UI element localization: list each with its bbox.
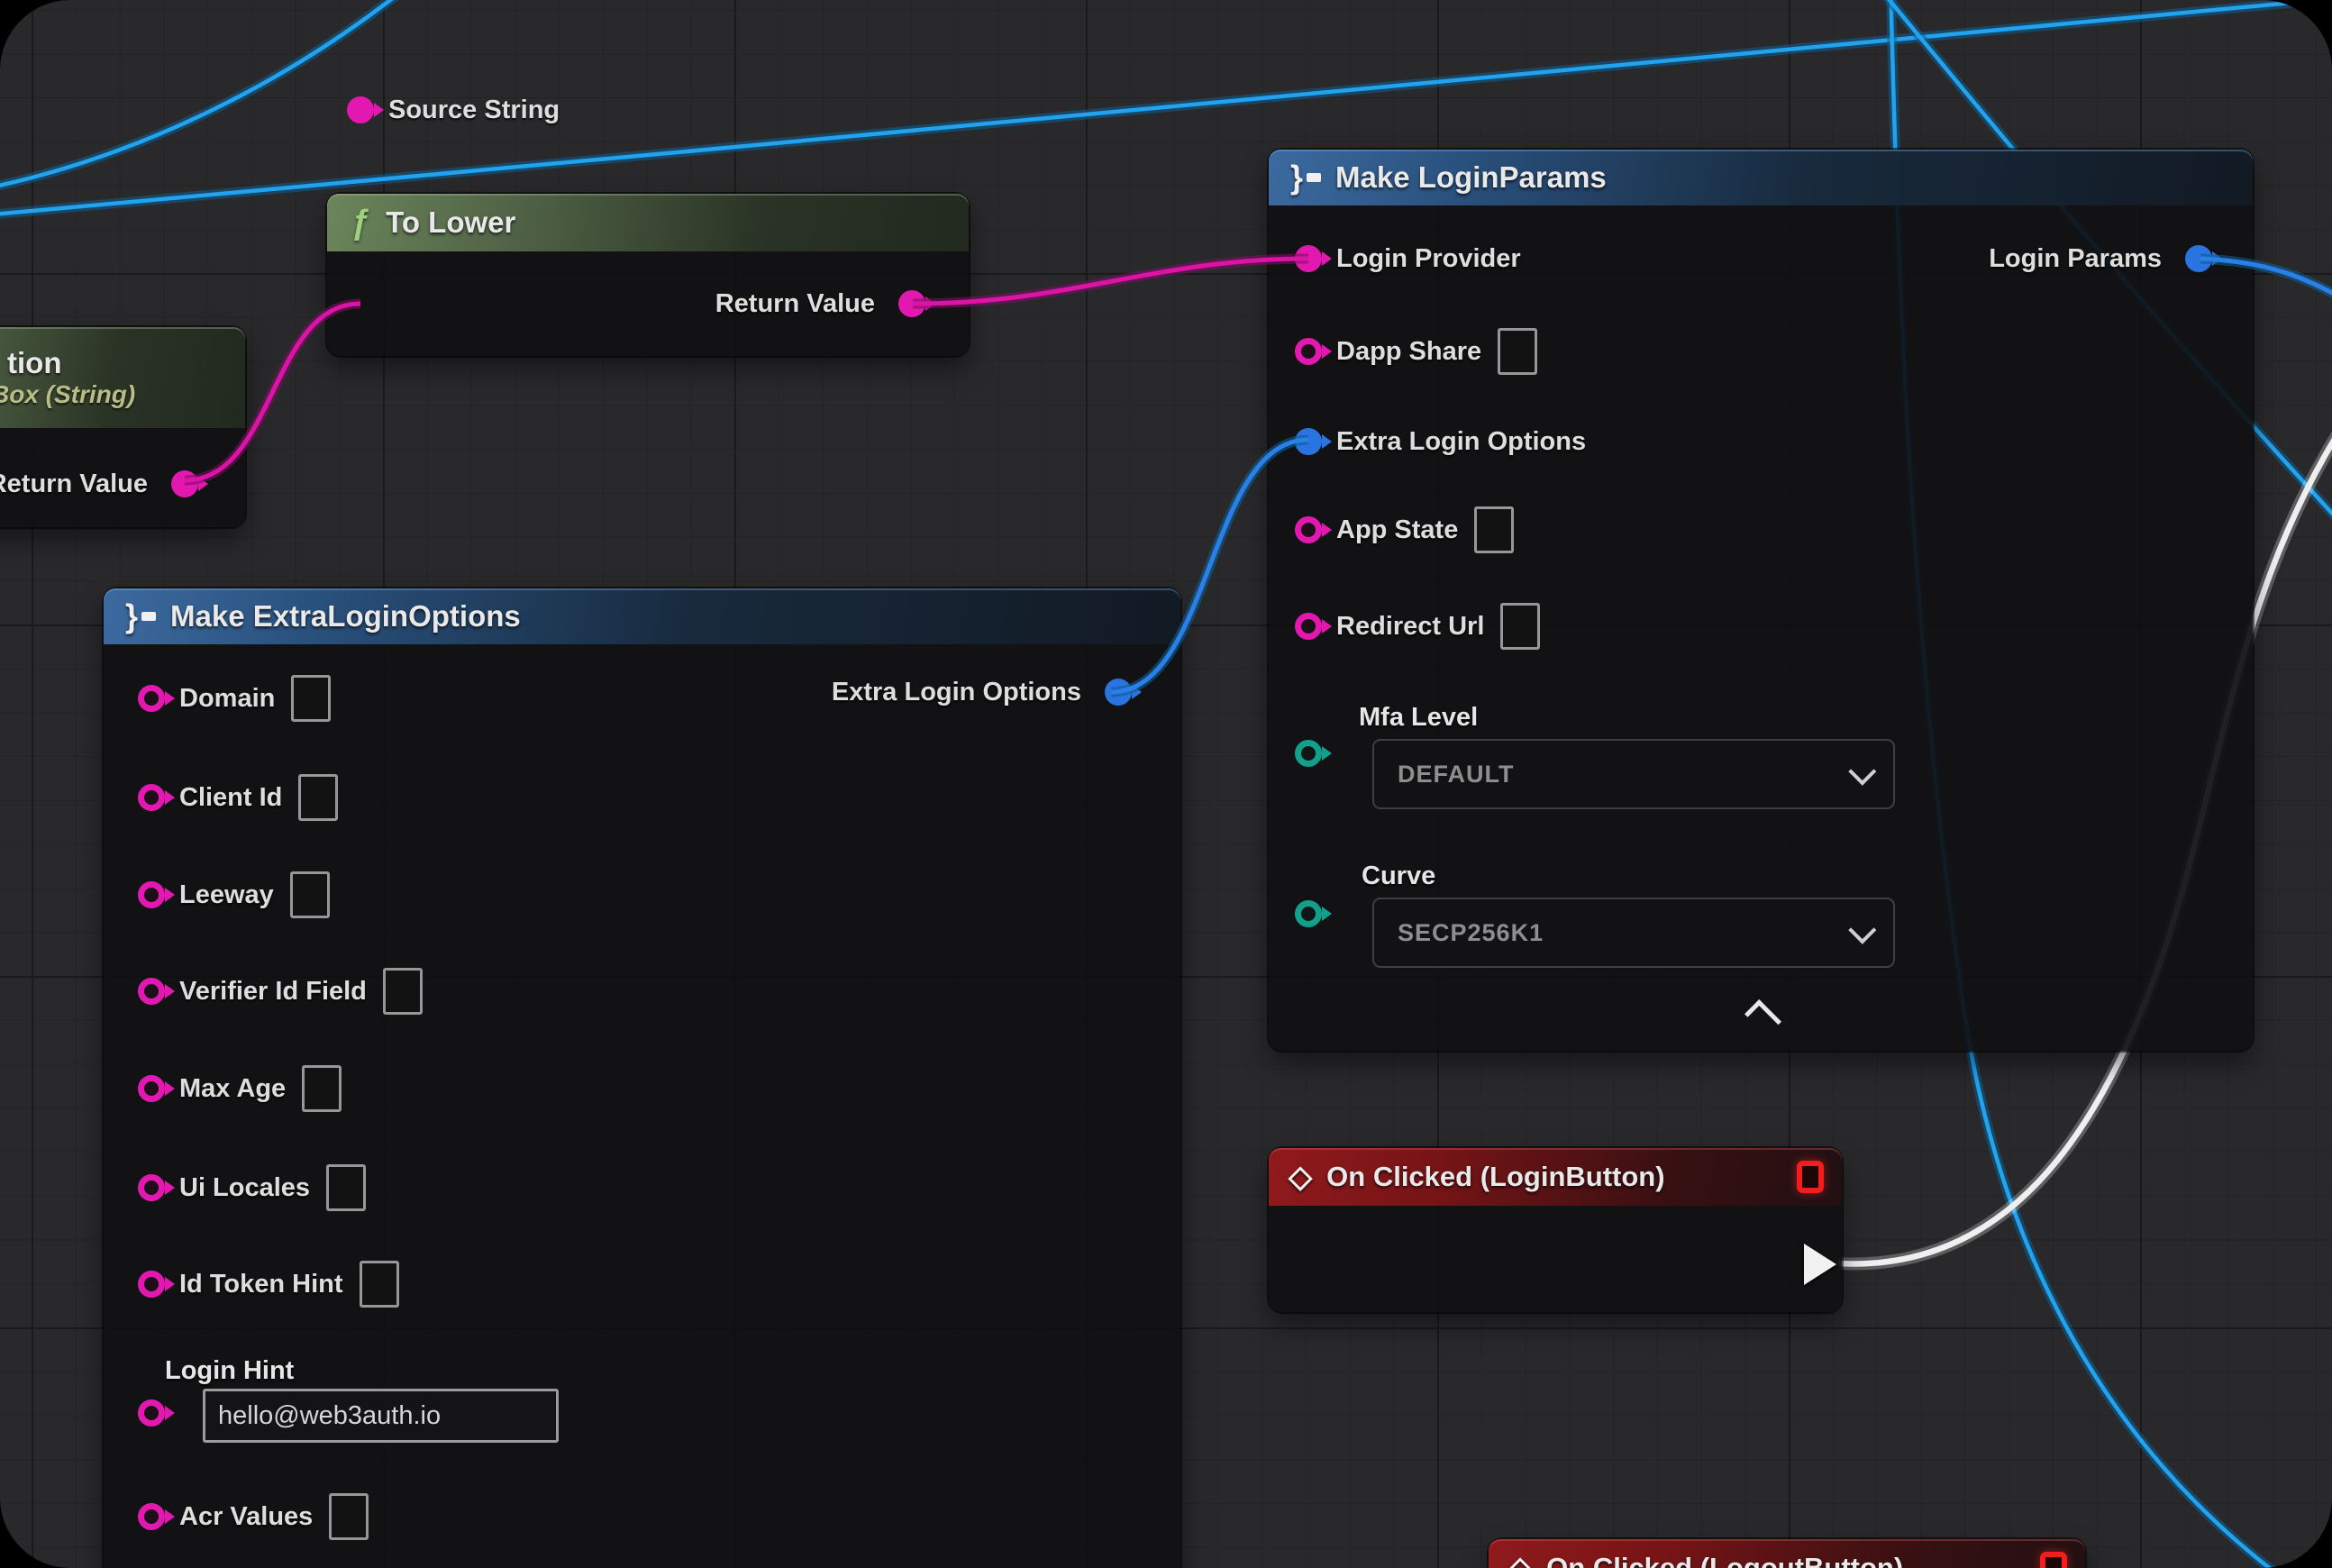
id-token-hint-pin[interactable] bbox=[138, 1271, 165, 1298]
ui-locales-checkbox[interactable] bbox=[326, 1164, 366, 1211]
domain-checkbox[interactable] bbox=[291, 675, 331, 722]
curve-dropdown[interactable]: SECP256K1 bbox=[1372, 898, 1895, 968]
curve-label: Curve bbox=[1362, 861, 1435, 891]
max-age-checkbox[interactable] bbox=[302, 1065, 342, 1112]
node-partial-getter[interactable]: tion Box (String) Return Value bbox=[0, 327, 245, 527]
node-make-login-params[interactable]: } Make LoginParams Login Provider Login … bbox=[1269, 150, 2253, 1051]
ui-locales-pin-label: Ui Locales bbox=[179, 1173, 310, 1203]
node-partial-getter-title: tion bbox=[0, 346, 61, 380]
node-on-clicked-logout-button-title: On Clicked (LogoutButton) bbox=[1546, 1552, 1903, 1568]
mfa-level-label: Mfa Level bbox=[1359, 703, 1478, 733]
node-partial-getter-subtitle: Box (String) bbox=[0, 380, 135, 409]
node-make-login-params-title: Make LoginParams bbox=[1335, 160, 1607, 195]
app-state-pin[interactable] bbox=[1295, 516, 1322, 543]
dapp-share-pin-label: Dapp Share bbox=[1336, 337, 1481, 367]
to-lower-return-pin[interactable] bbox=[898, 290, 925, 317]
client-id-pin[interactable] bbox=[138, 784, 165, 811]
node-on-clicked-login-button[interactable]: ◇ On Clicked (LoginButton) bbox=[1269, 1148, 1842, 1312]
node-to-lower-title: To Lower bbox=[386, 205, 515, 240]
login-hint-pin-label: Login Hint bbox=[165, 1356, 294, 1386]
leeway-checkbox[interactable] bbox=[290, 871, 330, 918]
verifier-id-field-checkbox[interactable] bbox=[383, 968, 423, 1015]
login-hint-pin[interactable] bbox=[138, 1399, 165, 1427]
node-to-lower[interactable]: ƒ To Lower Source String Return Value bbox=[327, 194, 969, 356]
app-state-pin-label: App State bbox=[1336, 515, 1458, 545]
node-on-clicked-logout-button-header: ◇ On Clicked (LogoutButton) bbox=[1489, 1539, 2085, 1568]
redirect-url-pin[interactable] bbox=[1295, 613, 1322, 640]
login-params-out-pin[interactable] bbox=[2185, 245, 2212, 272]
curve-value: SECP256K1 bbox=[1398, 919, 1544, 947]
redirect-url-checkbox[interactable] bbox=[1500, 603, 1540, 650]
chevron-down-icon bbox=[1848, 916, 1876, 944]
collapse-node-chevron-icon[interactable] bbox=[1744, 999, 1781, 1036]
source-string-pin-label: Source String bbox=[388, 96, 560, 125]
node-make-extra-login-options-header: } Make ExtraLoginOptions bbox=[104, 588, 1180, 644]
max-age-pin[interactable] bbox=[138, 1075, 165, 1102]
source-string-pin[interactable] bbox=[347, 96, 374, 123]
dapp-share-checkbox[interactable] bbox=[1498, 328, 1537, 375]
node-make-extra-login-options[interactable]: } Make ExtraLoginOptions Extra Login Opt… bbox=[104, 588, 1180, 1568]
make-struct-icon: } bbox=[1290, 159, 1321, 196]
delegate-pin[interactable] bbox=[2040, 1552, 2067, 1568]
function-f-icon: ƒ bbox=[351, 204, 369, 242]
acr-values-pin[interactable] bbox=[138, 1503, 165, 1530]
make-struct-icon: } bbox=[125, 597, 156, 635]
ui-locales-pin[interactable] bbox=[138, 1174, 165, 1201]
login-params-out-pin-label: Login Params bbox=[1989, 244, 2162, 274]
node-to-lower-header: ƒ To Lower bbox=[327, 194, 969, 251]
id-token-hint-pin-label: Id Token Hint bbox=[179, 1270, 343, 1299]
app-state-checkbox[interactable] bbox=[1474, 506, 1514, 553]
event-diamond-icon: ◇ bbox=[1289, 1159, 1312, 1195]
mfa-level-pin[interactable] bbox=[1295, 740, 1322, 767]
exec-out-pin[interactable] bbox=[1804, 1244, 1836, 1285]
extra-login-options-in-pin-label: Extra Login Options bbox=[1336, 427, 1586, 457]
redirect-url-pin-label: Redirect Url bbox=[1336, 612, 1484, 642]
mfa-level-value: DEFAULT bbox=[1398, 761, 1515, 789]
mfa-level-dropdown[interactable]: DEFAULT bbox=[1372, 739, 1895, 809]
node-make-login-params-header: } Make LoginParams bbox=[1269, 150, 2253, 205]
node-on-clicked-login-button-header: ◇ On Clicked (LoginButton) bbox=[1269, 1148, 1842, 1206]
return-value-pin-label: Return Value bbox=[0, 469, 148, 499]
id-token-hint-checkbox[interactable] bbox=[360, 1261, 399, 1308]
extra-login-options-in-pin[interactable] bbox=[1295, 428, 1322, 455]
chevron-down-icon bbox=[1848, 758, 1876, 786]
verifier-id-field-pin-label: Verifier Id Field bbox=[179, 977, 367, 1007]
node-make-extra-login-options-title: Make ExtraLoginOptions bbox=[170, 599, 521, 634]
client-id-checkbox[interactable] bbox=[298, 774, 338, 821]
delegate-pin[interactable] bbox=[1797, 1161, 1824, 1193]
domain-pin-label: Domain bbox=[179, 684, 275, 714]
domain-pin[interactable] bbox=[138, 685, 165, 712]
dapp-share-pin[interactable] bbox=[1295, 338, 1322, 365]
client-id-pin-label: Client Id bbox=[179, 783, 282, 813]
blueprint-canvas[interactable]: tion Box (String) Return Value ƒ To Lowe… bbox=[0, 0, 2332, 1568]
event-diamond-icon: ◇ bbox=[1508, 1550, 1532, 1568]
return-value-pin[interactable] bbox=[171, 470, 198, 497]
node-partial-getter-header: tion Box (String) bbox=[0, 327, 245, 428]
leeway-pin[interactable] bbox=[138, 881, 165, 908]
max-age-pin-label: Max Age bbox=[179, 1074, 286, 1104]
node-on-clicked-login-button-title: On Clicked (LoginButton) bbox=[1326, 1161, 1664, 1193]
acr-values-checkbox[interactable] bbox=[329, 1493, 369, 1540]
verifier-id-field-pin[interactable] bbox=[138, 978, 165, 1005]
node-on-clicked-logout-button[interactable]: ◇ On Clicked (LogoutButton) bbox=[1489, 1539, 2085, 1568]
to-lower-return-pin-label: Return Value bbox=[715, 289, 875, 319]
login-hint-input[interactable] bbox=[203, 1389, 559, 1443]
leeway-pin-label: Leeway bbox=[179, 880, 274, 910]
curve-pin[interactable] bbox=[1295, 900, 1322, 927]
acr-values-pin-label: Acr Values bbox=[179, 1502, 313, 1532]
